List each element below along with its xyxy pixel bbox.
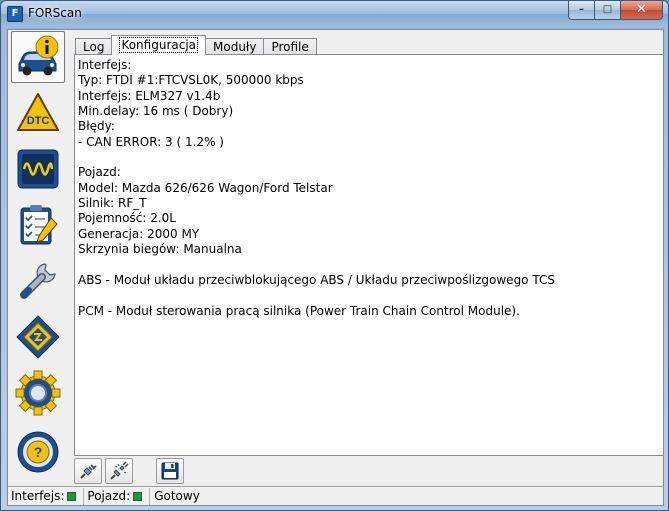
minimize-button[interactable]: –	[568, 1, 594, 20]
info-line: Interfejs: ELM327 v1.4b	[78, 88, 221, 103]
save-button[interactable]	[156, 458, 184, 484]
app-icon[interactable]: F	[7, 6, 23, 22]
application-window: F FORScan – □ ✕ DTC ? Log Konfiguracja M…	[0, 0, 669, 511]
tab-profile[interactable]: Profile	[263, 38, 317, 55]
status-vehicle-label: Pojazd:	[87, 489, 131, 503]
left-toolbar: DTC ?	[9, 30, 67, 486]
vehicle-status-indicator	[133, 491, 143, 501]
tab-bar: Log Konfiguracja Moduły Profile	[75, 35, 317, 55]
configuration-lines: Interfejs: Typ: FTDI #1:FTCVSL0K, 500000…	[78, 58, 555, 319]
oscilloscope-icon	[17, 149, 59, 189]
status-vehicle: Pojazd:	[84, 487, 151, 505]
help-glyph: ?	[34, 444, 43, 460]
info-line	[78, 288, 555, 303]
sidebar-item-info[interactable]	[11, 31, 65, 83]
info-line: PCM - Moduł sterowania pracą silnika (Po…	[78, 303, 520, 318]
window-title: FORScan	[28, 6, 82, 20]
sidebar-item-help[interactable]: ?	[11, 426, 65, 478]
tab-log[interactable]: Log	[75, 38, 113, 55]
info-line: Błędy:	[78, 119, 115, 134]
title-bar[interactable]: F FORScan – □ ✕	[1, 1, 668, 27]
client-area: DTC ? Log Konfiguracja Moduły Profile In…	[7, 29, 664, 506]
info-line	[78, 150, 555, 165]
chip-icon	[16, 315, 60, 359]
info-line: Generacja: 2000 MY	[78, 226, 200, 241]
bottom-toolbar	[74, 458, 184, 484]
wrench-icon	[20, 263, 56, 299]
info-line	[78, 257, 555, 272]
sidebar-item-oscilloscope[interactable]	[11, 143, 65, 195]
info-line: Model: Mazda 626/626 Wagon/Ford Telstar	[78, 180, 333, 195]
sidebar-item-configuration[interactable]	[11, 311, 65, 363]
info-line: Min.delay: 16 ms ( Dobry)	[78, 104, 234, 119]
gear-icon	[15, 370, 61, 416]
connect-button[interactable]	[74, 458, 102, 484]
help-wheel-icon: ?	[17, 431, 59, 473]
car-info-icon	[18, 35, 59, 76]
interface-status-indicator	[67, 491, 77, 501]
info-line: - CAN ERROR: 3 ( 1.2% )	[78, 134, 224, 149]
close-button[interactable]: ✕	[620, 1, 663, 20]
info-line: Pojazd:	[78, 165, 121, 180]
tab-konfiguracja[interactable]: Konfiguracja	[111, 35, 207, 55]
tab-moduly[interactable]: Moduły	[205, 38, 265, 55]
tab-konfiguracja-label: Konfiguracja	[119, 37, 199, 53]
window-controls: – □ ✕	[568, 1, 663, 20]
configuration-text-panel[interactable]: Interfejs: Typ: FTDI #1:FTCVSL0K, 500000…	[74, 54, 664, 456]
floppy-disk-icon	[161, 462, 179, 480]
sidebar-item-service[interactable]	[11, 255, 65, 307]
info-line: Typ: FTDI #1:FTCVSL0K, 500000 kbps	[78, 73, 304, 88]
status-interface: Interfejs:	[8, 487, 85, 505]
info-line: ABS - Moduł układu przeciwblokującego AB…	[78, 272, 555, 287]
dtc-warning-icon: DTC	[17, 93, 59, 131]
plug-connect-icon	[80, 464, 97, 479]
info-line: Skrzynia biegów: Manualna	[78, 242, 242, 257]
disconnect-button[interactable]	[105, 458, 133, 484]
info-line: Pojemność: 2.0L	[78, 211, 176, 226]
info-line: Silnik: RF_T	[78, 196, 147, 211]
status-bar: Interfejs: Pojazd: Gotowy	[8, 486, 663, 505]
info-line: Interfejs:	[78, 58, 132, 72]
checklist-icon	[20, 205, 58, 245]
sidebar-item-dtc[interactable]: DTC	[11, 87, 65, 139]
sidebar-item-tests[interactable]	[11, 199, 65, 251]
dtc-label: DTC	[27, 115, 50, 127]
status-text: Gotowy	[154, 489, 200, 503]
status-interface-label: Interfejs:	[11, 489, 65, 503]
maximize-button[interactable]: □	[594, 1, 620, 20]
sidebar-item-settings[interactable]	[11, 367, 65, 419]
plug-disconnect-icon	[110, 461, 129, 480]
